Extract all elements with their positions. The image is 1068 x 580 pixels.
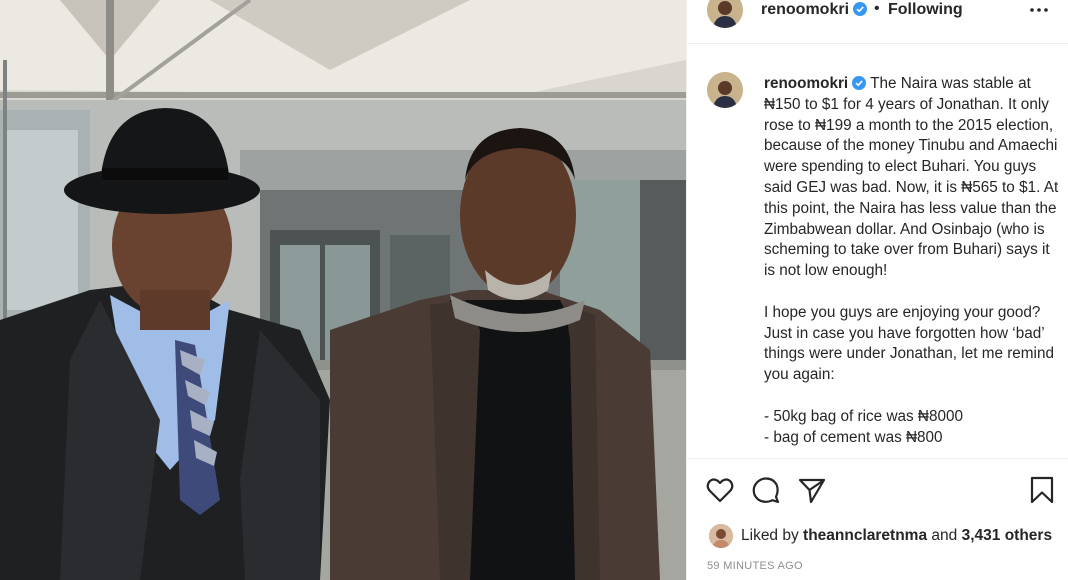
liked-by-prefix: Liked by	[741, 527, 799, 544]
likes-text: Liked by theannclaretnma and 3,431 other…	[741, 527, 1052, 545]
post-header: renoomokri • Following	[687, 0, 1068, 44]
header-separator: •	[874, 0, 880, 17]
heart-icon[interactable]	[705, 475, 735, 505]
caption-body: The Naira was stable at ₦150 to $1 for 4…	[764, 75, 1059, 446]
paper-plane-icon[interactable]	[797, 475, 827, 505]
comment-icon[interactable]	[751, 475, 781, 505]
caption-area: renoomokri The Naira was stable at ₦150 …	[687, 44, 1068, 456]
likes-connector: and	[931, 527, 958, 544]
likes-others-count[interactable]: 3,431 others	[962, 527, 1052, 544]
following-button[interactable]: Following	[888, 1, 963, 19]
share-button[interactable]	[797, 475, 827, 505]
caption-username[interactable]: renoomokri	[764, 75, 848, 92]
author-username[interactable]: renoomokri	[761, 1, 868, 19]
liker-avatar[interactable]	[709, 524, 733, 548]
verified-badge-icon	[853, 2, 868, 16]
comment-button[interactable]	[751, 475, 781, 505]
caption-author-avatar[interactable]	[707, 72, 743, 108]
more-options-icon[interactable]	[1029, 2, 1049, 18]
save-button[interactable]	[1027, 475, 1057, 505]
caption-text: renoomokri The Naira was stable at ₦150 …	[764, 74, 1060, 448]
bookmark-icon[interactable]	[1027, 475, 1057, 505]
like-button[interactable]	[705, 475, 735, 505]
action-bar	[687, 458, 1068, 520]
post-timestamp[interactable]: 59 minutes ago	[707, 560, 803, 572]
author-avatar[interactable]	[707, 0, 743, 28]
post-details-panel: renoomokri • Following renoomokri The Na…	[686, 0, 1068, 580]
author-username-text[interactable]: renoomokri	[761, 1, 849, 18]
verified-badge-icon	[852, 76, 867, 90]
post-photo[interactable]	[0, 0, 686, 580]
liker-username[interactable]: theannclaretnma	[803, 527, 927, 544]
